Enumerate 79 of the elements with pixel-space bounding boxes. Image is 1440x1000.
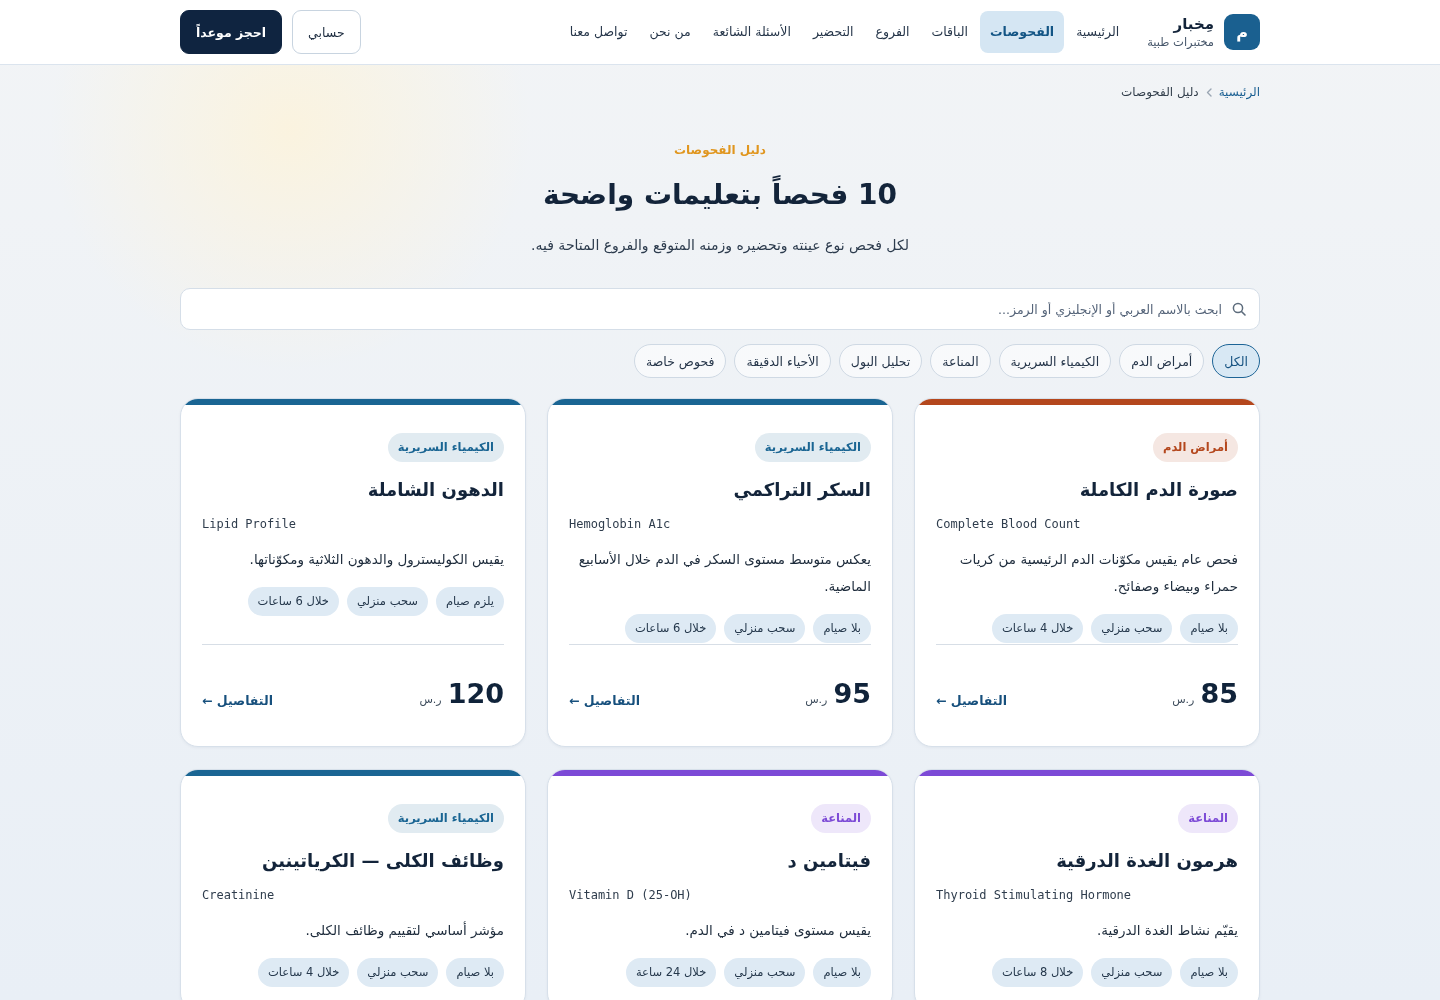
test-description: فحص عام يقيس مكوّنات الدم الرئيسية من كريات حمراء وبيضاء وصفائح. (958, 550, 1238, 597)
test-description: مؤشر أساسي لتقييم وظائف الكلى. (304, 920, 504, 941)
details-link[interactable]: التفاصيل ← (202, 693, 273, 712)
test-description: يقيّم نشاط الغدة الدرقية. (1096, 921, 1238, 941)
test-info-tag: سحب منزلي (357, 958, 439, 987)
filter-chip[interactable]: الأحياء الدقيقة (734, 344, 831, 378)
test-info-tag: خلال 6 ساعات (625, 614, 717, 643)
test-info-tag: خلال 6 ساعات (247, 587, 339, 616)
search-field[interactable]: ابحث بالاسم العربي أو الإنجليزي أو الرمز... (180, 288, 1260, 330)
test-info-tag: بلا صيام (813, 958, 871, 987)
test-name: فيتامين د (786, 849, 871, 874)
details-link[interactable]: التفاصيل ← (569, 693, 640, 712)
test-info-tag: سحب منزلي (346, 587, 428, 616)
nav-link[interactable]: الباقات (921, 11, 978, 53)
filter-chip[interactable]: فحوص خاصة (634, 344, 727, 378)
test-name: السكر التراكمي (732, 478, 871, 503)
nav-link[interactable]: تواصل معنا (559, 11, 638, 53)
test-name: صورة الدم الكاملة (1078, 478, 1238, 503)
category-badge: المناعة (811, 804, 871, 833)
test-info-tag: خلال 8 ساعات (992, 958, 1084, 987)
test-info-tag: سحب منزلي (1091, 958, 1173, 987)
test-info-tag: خلال 24 ساعة (625, 958, 717, 987)
test-english-name: Creatinine (202, 887, 276, 904)
test-english-name: Vitamin D (25-OH) (569, 887, 693, 904)
price-value: 95 (833, 677, 871, 711)
price-value: 120 (447, 677, 504, 711)
section-eyebrow: دليل الفحوصات (672, 142, 767, 158)
breadcrumb-current: دليل الفحوصات (1121, 84, 1199, 100)
currency-label: ر.س (419, 693, 442, 706)
test-info-tag: سحب منزلي (724, 614, 806, 643)
page-subtitle: لكل فحص نوع عينته وتحضيره وزمنه المتوقع والفروع المتاحة فيه. (530, 236, 910, 256)
test-english-name: Thyroid Stimulating Hormone (936, 887, 1133, 904)
category-badge: الكيمياء السريرية (387, 433, 504, 462)
breadcrumb-link[interactable]: الرئيسية (1218, 84, 1260, 100)
account-button[interactable]: حسابي (292, 10, 361, 54)
test-description: يقيس مستوى فيتامين د في الدم. (684, 921, 871, 941)
test-info-tag: سحب منزلي (1091, 614, 1173, 643)
currency-label: ر.س (805, 693, 828, 706)
category-badge: أمراض الدم (1153, 433, 1238, 462)
nav-link[interactable]: الأسئلة الشائعة (702, 11, 801, 53)
test-name: هرمون الغدة الدرقية (1055, 849, 1238, 874)
test-name: وظائف الكلى — الكرياتينين (261, 849, 504, 874)
brand-tagline: مختبرات طبية (1147, 33, 1214, 50)
test-english-name: Lipid Profile (202, 516, 297, 533)
test-info-tag: يلزم صيام (436, 587, 504, 616)
page-title: 10 فحصاً بتعليمات واضحة (180, 175, 1260, 215)
book-appointment-button[interactable]: احجز موعداً (180, 10, 283, 54)
category-badge: الكيمياء السريرية (754, 433, 871, 462)
details-link[interactable]: التفاصيل ← (936, 693, 1007, 712)
breadcrumb-chevron-icon (1205, 87, 1212, 97)
currency-label: ر.س (1172, 693, 1195, 706)
test-english-name: Complete Blood Count (936, 516, 1082, 533)
category-badge: الكيمياء السريرية (387, 804, 504, 833)
filter-chip[interactable]: الكيمياء السريرية (998, 344, 1112, 378)
price-value: 85 (1200, 677, 1238, 711)
brand-name: مِخبار (1172, 14, 1214, 34)
test-description: يعكس متوسط مستوى السكر في الدم خلال الأسابيع الماضية. (577, 550, 871, 596)
test-info-tag: بلا صيام (813, 614, 871, 643)
filter-chip[interactable]: تحليل البول (838, 344, 923, 378)
test-info-tag: سحب منزلي (724, 958, 806, 987)
test-name: الدهون الشاملة (366, 478, 504, 503)
nav-link[interactable]: الفروع (865, 11, 920, 53)
test-description: يقيس الكوليسترول والدهون الثلاثية ومكوّناتها. (248, 550, 504, 570)
test-info-tag: خلال 4 ساعات (258, 958, 350, 987)
filter-chip[interactable]: أمراض الدم (1119, 344, 1205, 378)
search-icon (1232, 302, 1246, 316)
test-info-tag: بلا صيام (446, 958, 504, 987)
test-info-tag: بلا صيام (1180, 614, 1238, 643)
test-info-tag: بلا صيام (1180, 958, 1238, 987)
category-badge: المناعة (1178, 804, 1238, 833)
test-english-name: Hemoglobin A1c (569, 516, 672, 533)
nav-link[interactable]: الفحوصات (979, 11, 1065, 53)
test-info-tag: خلال 4 ساعات (992, 614, 1084, 643)
filter-chip[interactable]: المناعة (930, 344, 991, 378)
nav-link[interactable]: التحضير (802, 11, 864, 53)
logo-mark[interactable]: م (1224, 14, 1260, 50)
filter-chip[interactable]: الكل (1212, 344, 1260, 378)
nav-link[interactable]: الرئيسية (1066, 11, 1130, 53)
nav-link[interactable]: من نحن (639, 11, 701, 53)
